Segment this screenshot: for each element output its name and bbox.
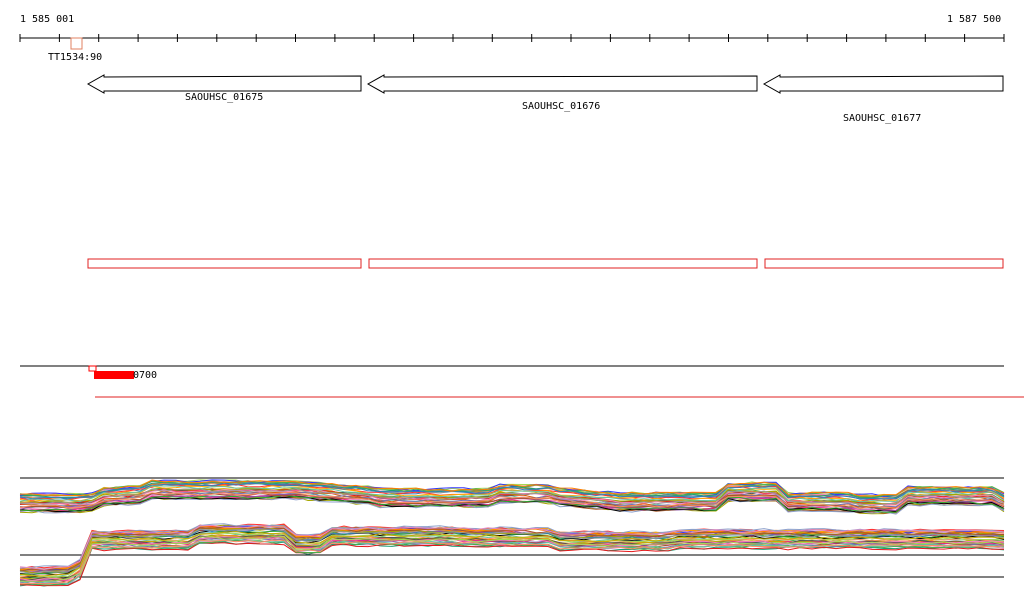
expression-profiles-upper: [19, 479, 1005, 515]
terminator-label: TT1534:90: [48, 52, 103, 63]
genome-track-canvas: [19, 34, 1024, 587]
region-box-3[interactable]: [764, 258, 1004, 269]
coordinate-ruler: [19, 34, 1005, 42]
gene-arrow-saouhsc-01676[interactable]: [366, 74, 758, 94]
feature-label: 0700: [133, 370, 158, 381]
gene-track: [86, 74, 1004, 94]
gene-arrow-saouhsc-01675[interactable]: [86, 74, 362, 94]
region-box-2[interactable]: [368, 258, 758, 269]
ruler-end-label: 1 587 500: [947, 14, 1002, 25]
expression-profile-line: [19, 541, 1005, 587]
feature-bar[interactable]: [94, 371, 134, 379]
gene-label-saouhsc-01676: SAOUHSC_01676: [522, 101, 601, 112]
expression-track: [19, 477, 1005, 587]
ruler-start-label: 1 585 001: [20, 14, 75, 25]
region-track: [87, 258, 1004, 269]
region-box-1[interactable]: [87, 258, 362, 269]
feature-marker-small[interactable]: [88, 365, 97, 372]
gene-label-saouhsc-01675: SAOUHSC_01675: [185, 92, 264, 103]
terminator-marker[interactable]: [70, 37, 83, 50]
feature-track: [20, 365, 1024, 398]
genome-browser-view: 1 585 001 1 587 500 TT1534:90 SAOUHSC_01…: [0, 0, 1024, 611]
gene-label-saouhsc-01677: SAOUHSC_01677: [843, 113, 922, 124]
gene-arrow-saouhsc-01677[interactable]: [762, 74, 1004, 94]
